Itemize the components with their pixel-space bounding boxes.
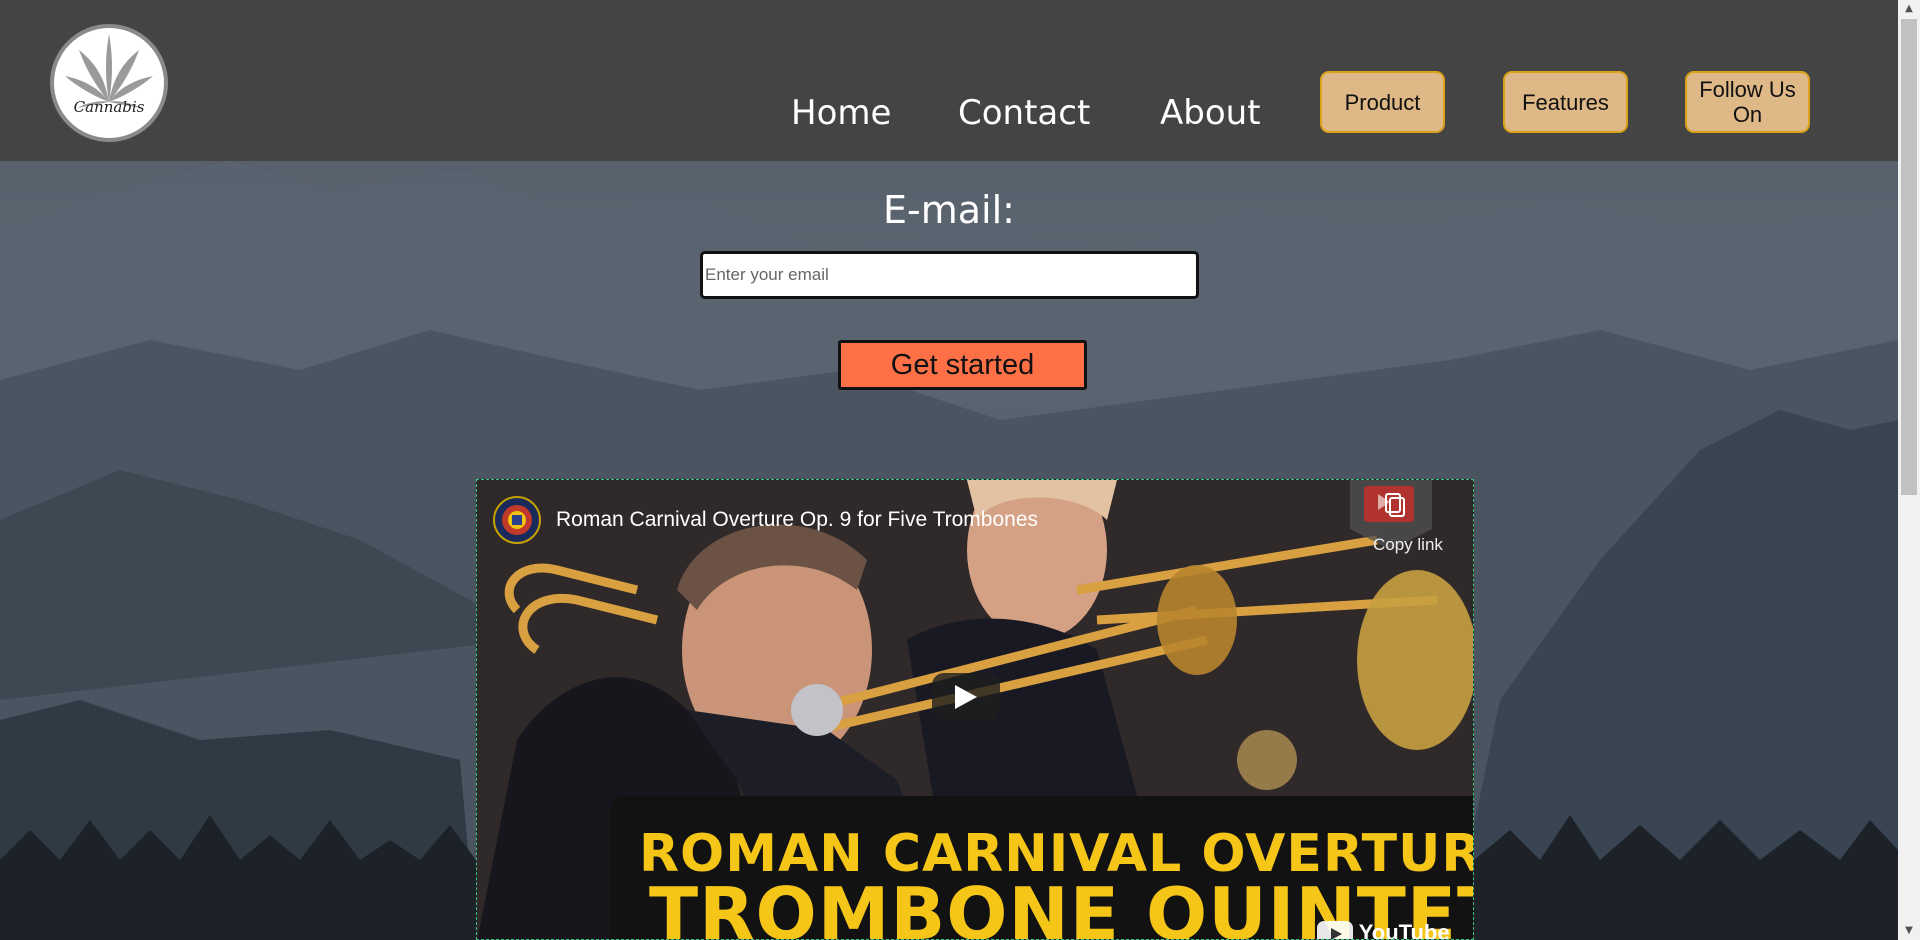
channel-avatar[interactable] [493,496,541,544]
nav-contact-link[interactable]: Contact [958,93,1090,133]
email-input[interactable] [700,251,1199,299]
follow-us-button[interactable]: Follow Us On [1685,71,1810,133]
get-started-button[interactable]: Get started [838,340,1087,390]
youtube-icon [1317,921,1353,939]
nav-home-link[interactable]: Home [791,93,891,133]
play-icon [955,685,977,709]
video-title[interactable]: Roman Carnival Overture Op. 9 for Five T… [556,508,1038,532]
scrollbar-thumb[interactable] [1901,19,1917,495]
channel-crest-icon [502,505,532,535]
product-button[interactable]: Product [1320,71,1445,133]
features-button[interactable]: Features [1503,71,1628,133]
youtube-embed[interactable]: Roman Carnival Overture Op. 9 for Five T… [476,479,1474,940]
cannabis-logo[interactable]: Cannabis [50,24,168,142]
copy-link-label[interactable]: Copy link [1373,535,1443,555]
page-scrollbar[interactable]: ▲ ▼ [1898,0,1920,940]
youtube-wordmark: YouTube [1358,920,1450,940]
nav-about-link[interactable]: About [1160,93,1261,133]
play-button[interactable] [932,673,1000,721]
logo-text: Cannabis [73,98,145,116]
scroll-up-icon[interactable]: ▲ [1898,0,1920,18]
youtube-logo[interactable]: YouTube [1317,920,1450,940]
copy-link-icon [1364,486,1414,522]
scroll-down-icon[interactable]: ▼ [1898,922,1920,940]
email-label: E-mail: [883,188,1015,232]
site-header: Cannabis Home Contact About Product Feat… [0,0,1898,161]
